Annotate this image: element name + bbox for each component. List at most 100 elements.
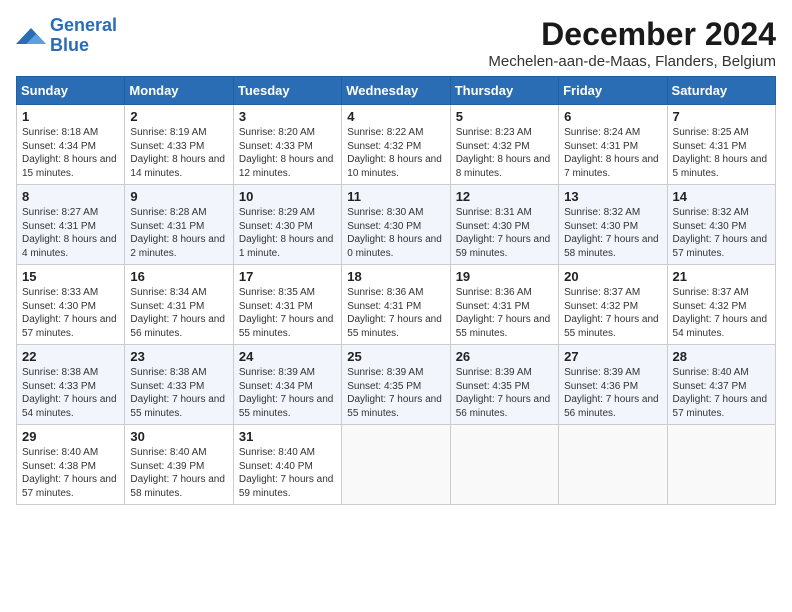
logo-icon xyxy=(16,24,46,48)
weekday-header-friday: Friday xyxy=(559,77,667,105)
calendar-cell: 2 Sunrise: 8:19 AMSunset: 4:33 PMDayligh… xyxy=(125,105,233,185)
calendar-cell: 29 Sunrise: 8:40 AMSunset: 4:38 PMDaylig… xyxy=(17,425,125,505)
day-number: 20 xyxy=(564,269,661,284)
day-info: Sunrise: 8:29 AMSunset: 4:30 PMDaylight:… xyxy=(239,206,336,260)
day-number: 6 xyxy=(564,109,661,124)
calendar-cell: 25 Sunrise: 8:39 AMSunset: 4:35 PMDaylig… xyxy=(342,345,450,425)
day-info: Sunrise: 8:30 AMSunset: 4:30 PMDaylight:… xyxy=(347,206,444,260)
calendar-week-row: 29 Sunrise: 8:40 AMSunset: 4:38 PMDaylig… xyxy=(17,425,776,505)
calendar-cell: 28 Sunrise: 8:40 AMSunset: 4:37 PMDaylig… xyxy=(667,345,775,425)
calendar-cell: 14 Sunrise: 8:32 AMSunset: 4:30 PMDaylig… xyxy=(667,185,775,265)
day-info: Sunrise: 8:18 AMSunset: 4:34 PMDaylight:… xyxy=(22,126,119,180)
calendar-cell: 17 Sunrise: 8:35 AMSunset: 4:31 PMDaylig… xyxy=(233,265,341,345)
day-info: Sunrise: 8:37 AMSunset: 4:32 PMDaylight:… xyxy=(673,286,770,340)
logo-text-general: General xyxy=(50,15,117,35)
logo: General Blue xyxy=(16,16,117,56)
day-info: Sunrise: 8:39 AMSunset: 4:35 PMDaylight:… xyxy=(347,366,444,420)
day-number: 7 xyxy=(673,109,770,124)
calendar-cell: 1 Sunrise: 8:18 AMSunset: 4:34 PMDayligh… xyxy=(17,105,125,185)
day-number: 31 xyxy=(239,429,336,444)
calendar-cell: 4 Sunrise: 8:22 AMSunset: 4:32 PMDayligh… xyxy=(342,105,450,185)
day-info: Sunrise: 8:35 AMSunset: 4:31 PMDaylight:… xyxy=(239,286,336,340)
day-number: 3 xyxy=(239,109,336,124)
calendar-cell: 10 Sunrise: 8:29 AMSunset: 4:30 PMDaylig… xyxy=(233,185,341,265)
day-number: 24 xyxy=(239,349,336,364)
weekday-header-tuesday: Tuesday xyxy=(233,77,341,105)
page-header: General Blue December 2024 Mechelen-aan-… xyxy=(16,16,776,70)
day-info: Sunrise: 8:40 AMSunset: 4:40 PMDaylight:… xyxy=(239,446,336,500)
day-info: Sunrise: 8:37 AMSunset: 4:32 PMDaylight:… xyxy=(564,286,661,340)
day-number: 27 xyxy=(564,349,661,364)
calendar-cell: 20 Sunrise: 8:37 AMSunset: 4:32 PMDaylig… xyxy=(559,265,667,345)
weekday-header-thursday: Thursday xyxy=(450,77,558,105)
logo-text-blue: Blue xyxy=(50,35,89,55)
day-info: Sunrise: 8:20 AMSunset: 4:33 PMDaylight:… xyxy=(239,126,336,180)
day-number: 28 xyxy=(673,349,770,364)
day-info: Sunrise: 8:40 AMSunset: 4:39 PMDaylight:… xyxy=(130,446,227,500)
day-info: Sunrise: 8:32 AMSunset: 4:30 PMDaylight:… xyxy=(673,206,770,260)
day-info: Sunrise: 8:32 AMSunset: 4:30 PMDaylight:… xyxy=(564,206,661,260)
calendar-cell: 7 Sunrise: 8:25 AMSunset: 4:31 PMDayligh… xyxy=(667,105,775,185)
day-number: 17 xyxy=(239,269,336,284)
day-info: Sunrise: 8:19 AMSunset: 4:33 PMDaylight:… xyxy=(130,126,227,180)
calendar-week-row: 15 Sunrise: 8:33 AMSunset: 4:30 PMDaylig… xyxy=(17,265,776,345)
day-info: Sunrise: 8:39 AMSunset: 4:35 PMDaylight:… xyxy=(456,366,553,420)
day-number: 25 xyxy=(347,349,444,364)
weekday-header-saturday: Saturday xyxy=(667,77,775,105)
calendar-cell: 26 Sunrise: 8:39 AMSunset: 4:35 PMDaylig… xyxy=(450,345,558,425)
calendar-cell: 16 Sunrise: 8:34 AMSunset: 4:31 PMDaylig… xyxy=(125,265,233,345)
day-info: Sunrise: 8:28 AMSunset: 4:31 PMDaylight:… xyxy=(130,206,227,260)
calendar-cell: 5 Sunrise: 8:23 AMSunset: 4:32 PMDayligh… xyxy=(450,105,558,185)
day-info: Sunrise: 8:38 AMSunset: 4:33 PMDaylight:… xyxy=(22,366,119,420)
day-number: 2 xyxy=(130,109,227,124)
day-info: Sunrise: 8:34 AMSunset: 4:31 PMDaylight:… xyxy=(130,286,227,340)
calendar-table: SundayMondayTuesdayWednesdayThursdayFrid… xyxy=(16,76,776,505)
calendar-cell: 22 Sunrise: 8:38 AMSunset: 4:33 PMDaylig… xyxy=(17,345,125,425)
day-number: 30 xyxy=(130,429,227,444)
calendar-cell: 21 Sunrise: 8:37 AMSunset: 4:32 PMDaylig… xyxy=(667,265,775,345)
day-number: 23 xyxy=(130,349,227,364)
day-info: Sunrise: 8:39 AMSunset: 4:36 PMDaylight:… xyxy=(564,366,661,420)
day-number: 29 xyxy=(22,429,119,444)
day-info: Sunrise: 8:39 AMSunset: 4:34 PMDaylight:… xyxy=(239,366,336,420)
day-number: 8 xyxy=(22,189,119,204)
calendar-cell: 23 Sunrise: 8:38 AMSunset: 4:33 PMDaylig… xyxy=(125,345,233,425)
day-number: 5 xyxy=(456,109,553,124)
day-info: Sunrise: 8:24 AMSunset: 4:31 PMDaylight:… xyxy=(564,126,661,180)
calendar-header-row: SundayMondayTuesdayWednesdayThursdayFrid… xyxy=(17,77,776,105)
location: Mechelen-aan-de-Maas, Flanders, Belgium xyxy=(488,53,776,70)
calendar-cell xyxy=(667,425,775,505)
calendar-cell: 18 Sunrise: 8:36 AMSunset: 4:31 PMDaylig… xyxy=(342,265,450,345)
calendar-body: 1 Sunrise: 8:18 AMSunset: 4:34 PMDayligh… xyxy=(17,105,776,505)
calendar-cell: 27 Sunrise: 8:39 AMSunset: 4:36 PMDaylig… xyxy=(559,345,667,425)
day-info: Sunrise: 8:25 AMSunset: 4:31 PMDaylight:… xyxy=(673,126,770,180)
calendar-cell: 9 Sunrise: 8:28 AMSunset: 4:31 PMDayligh… xyxy=(125,185,233,265)
calendar-cell: 13 Sunrise: 8:32 AMSunset: 4:30 PMDaylig… xyxy=(559,185,667,265)
calendar-cell xyxy=(450,425,558,505)
day-number: 19 xyxy=(456,269,553,284)
calendar-cell: 30 Sunrise: 8:40 AMSunset: 4:39 PMDaylig… xyxy=(125,425,233,505)
calendar-cell: 15 Sunrise: 8:33 AMSunset: 4:30 PMDaylig… xyxy=(17,265,125,345)
day-number: 13 xyxy=(564,189,661,204)
day-number: 14 xyxy=(673,189,770,204)
day-number: 12 xyxy=(456,189,553,204)
calendar-week-row: 22 Sunrise: 8:38 AMSunset: 4:33 PMDaylig… xyxy=(17,345,776,425)
day-info: Sunrise: 8:38 AMSunset: 4:33 PMDaylight:… xyxy=(130,366,227,420)
day-info: Sunrise: 8:23 AMSunset: 4:32 PMDaylight:… xyxy=(456,126,553,180)
day-info: Sunrise: 8:36 AMSunset: 4:31 PMDaylight:… xyxy=(347,286,444,340)
day-info: Sunrise: 8:31 AMSunset: 4:30 PMDaylight:… xyxy=(456,206,553,260)
calendar-cell: 12 Sunrise: 8:31 AMSunset: 4:30 PMDaylig… xyxy=(450,185,558,265)
day-info: Sunrise: 8:40 AMSunset: 4:38 PMDaylight:… xyxy=(22,446,119,500)
day-info: Sunrise: 8:36 AMSunset: 4:31 PMDaylight:… xyxy=(456,286,553,340)
day-info: Sunrise: 8:27 AMSunset: 4:31 PMDaylight:… xyxy=(22,206,119,260)
day-number: 4 xyxy=(347,109,444,124)
calendar-cell: 11 Sunrise: 8:30 AMSunset: 4:30 PMDaylig… xyxy=(342,185,450,265)
day-number: 11 xyxy=(347,189,444,204)
day-number: 1 xyxy=(22,109,119,124)
day-number: 15 xyxy=(22,269,119,284)
weekday-header-monday: Monday xyxy=(125,77,233,105)
day-number: 16 xyxy=(130,269,227,284)
calendar-week-row: 1 Sunrise: 8:18 AMSunset: 4:34 PMDayligh… xyxy=(17,105,776,185)
calendar-cell: 6 Sunrise: 8:24 AMSunset: 4:31 PMDayligh… xyxy=(559,105,667,185)
day-number: 26 xyxy=(456,349,553,364)
